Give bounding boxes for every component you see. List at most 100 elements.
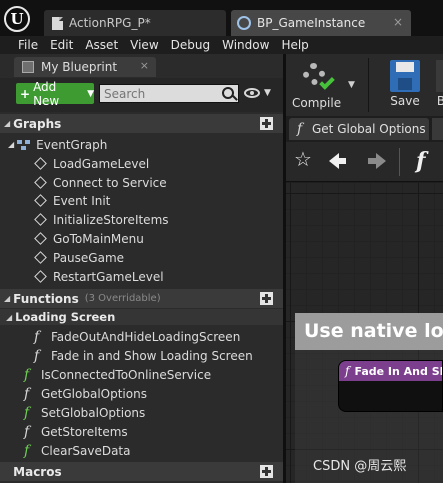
function-item[interactable]: f ClearSaveData xyxy=(0,441,283,460)
function-item[interactable]: f FadeOutAndHideLoadingScreen xyxy=(0,327,283,346)
menu-asset[interactable]: Asset xyxy=(79,38,124,52)
event-item[interactable]: InitializeStoreItems xyxy=(0,210,283,229)
function-label: IsConnectedToOnlineService xyxy=(41,367,212,382)
graph-nav-bar: ☆ f xyxy=(286,142,443,182)
event-label: Connect to Service xyxy=(53,175,167,190)
favorite-star-icon[interactable]: ☆ xyxy=(294,149,312,169)
collapse-triangle-icon: ◢ xyxy=(6,312,13,322)
category-title: Loading Screen xyxy=(15,310,116,324)
function-icon: f xyxy=(24,423,30,440)
tab-get-global-options[interactable]: f Get Global Options xyxy=(289,118,429,140)
search-icon[interactable] xyxy=(222,87,234,99)
function-item[interactable]: f GetGlobalOptions xyxy=(0,384,283,403)
forward-arrow-icon[interactable] xyxy=(368,152,386,170)
browse-icon xyxy=(436,60,443,92)
close-icon[interactable]: × xyxy=(140,59,149,72)
save-floppy-icon xyxy=(390,60,420,92)
event-item[interactable]: RestartGameLevel xyxy=(0,267,283,286)
function-label: SetGlobalOptions xyxy=(41,405,146,420)
browse-button[interactable]: B xyxy=(436,60,443,108)
event-item[interactable]: LoadGameLevel xyxy=(0,154,283,173)
event-icon xyxy=(34,232,47,245)
chevron-down-icon[interactable]: ▼ xyxy=(348,80,355,90)
menu-debug[interactable]: Debug xyxy=(165,38,216,52)
section-title: Functions xyxy=(13,291,79,306)
function-item[interactable]: f Fade in and Show Loading Screen xyxy=(0,346,283,365)
search-input[interactable] xyxy=(99,84,239,103)
graph-canvas[interactable]: Use native loa f Fade In And Sh xyxy=(286,183,443,483)
function-item[interactable]: f SetGlobalOptions xyxy=(0,403,283,422)
save-button[interactable]: Save xyxy=(390,60,420,108)
overridable-count: (3 Overridable) xyxy=(84,293,161,304)
section-graphs[interactable]: ◢ Graphs xyxy=(0,114,283,133)
event-icon xyxy=(34,194,47,207)
event-graph-icon xyxy=(17,139,31,150)
function-label: ClearSaveData xyxy=(41,443,131,458)
menu-file[interactable]: File xyxy=(0,38,44,52)
function-node[interactable]: f Fade In And Sh xyxy=(338,360,443,412)
editor-toolbar: Compile ▼ Save B xyxy=(286,54,443,116)
section-functions[interactable]: ◢ Functions (3 Overridable) xyxy=(0,289,283,308)
function-icon: f xyxy=(24,442,30,459)
tab-actionrpg-p[interactable]: ActionRPG_P* xyxy=(44,10,226,36)
menu-edit[interactable]: Edit xyxy=(44,38,79,52)
tab-label: ActionRPG_P* xyxy=(69,16,151,30)
event-item[interactable]: PauseGame xyxy=(0,248,283,267)
function-label: FadeOutAndHideLoadingScreen xyxy=(51,329,241,344)
add-new-button[interactable]: + Add New ▼ xyxy=(16,80,94,108)
compile-label: Compile xyxy=(292,96,342,110)
compile-button[interactable]: Compile xyxy=(292,60,341,110)
event-label: RestartGameLevel xyxy=(53,269,164,284)
function-item[interactable]: f IsConnectedToOnlineService xyxy=(0,365,283,384)
level-document-icon xyxy=(52,16,63,30)
graph-tab-label: Get Global Options xyxy=(312,122,426,136)
collapse-triangle-icon: ◢ xyxy=(8,140,15,149)
event-item[interactable]: GoToMainMenu xyxy=(0,229,283,248)
tab-next[interactable] xyxy=(432,118,443,140)
collapse-triangle-icon: ◢ xyxy=(4,294,11,303)
tab-my-blueprint[interactable]: My Blueprint × xyxy=(14,57,156,77)
panel-toolbar: + Add New ▼ ▼ xyxy=(0,78,283,112)
save-label: Save xyxy=(390,94,420,108)
comment-title[interactable]: Use native loa xyxy=(295,313,443,350)
chevron-down-icon[interactable]: ▼ xyxy=(264,88,271,98)
event-label: Event Init xyxy=(53,193,111,208)
function-label: GetStoreItems xyxy=(41,424,128,439)
function-icon: f xyxy=(34,328,40,345)
function-label: GetGlobalOptions xyxy=(41,386,147,401)
graph-item-label: EventGraph xyxy=(36,137,108,152)
unreal-logo-icon[interactable]: U xyxy=(4,6,30,32)
eye-icon[interactable] xyxy=(244,88,260,98)
function-icon: f xyxy=(24,385,30,402)
function-icon: f xyxy=(24,366,30,383)
add-graph-button[interactable] xyxy=(260,117,273,130)
compile-gear-icon xyxy=(300,60,335,94)
menu-window[interactable]: Window xyxy=(216,38,275,52)
function-item[interactable]: f GetStoreItems xyxy=(0,422,283,441)
add-macro-button[interactable] xyxy=(260,465,273,478)
close-icon[interactable]: × xyxy=(393,15,403,29)
browse-label: B xyxy=(436,94,443,108)
tab-label: BP_GameInstance xyxy=(257,16,366,30)
tab-bp-gameinstance[interactable]: BP_GameInstance × xyxy=(231,10,411,36)
event-icon xyxy=(34,213,47,226)
function-icon: f xyxy=(24,404,30,421)
graph-item-eventgraph[interactable]: ◢ EventGraph xyxy=(0,135,283,154)
menu-help[interactable]: Help xyxy=(275,38,314,52)
function-label: Fade in and Show Loading Screen xyxy=(51,348,253,363)
category-loading-screen[interactable]: ◢ Loading Screen xyxy=(0,309,283,325)
add-function-button[interactable] xyxy=(260,292,273,305)
nav-divider xyxy=(399,148,400,176)
my-blueprint-panel: My Blueprint × + Add New ▼ ▼ ◢ Graphs ◢ … xyxy=(0,54,283,483)
event-item[interactable]: Event Init xyxy=(0,191,283,210)
function-icon: f xyxy=(416,148,426,174)
node-header: f Fade In And Sh xyxy=(339,361,442,381)
event-item[interactable]: Connect to Service xyxy=(0,173,283,192)
node-title: Fade In And Sh xyxy=(354,364,443,378)
toolbar-divider xyxy=(368,58,369,112)
back-arrow-icon[interactable] xyxy=(329,152,347,170)
menu-view[interactable]: View xyxy=(124,38,164,52)
event-icon xyxy=(34,157,47,170)
blueprint-icon xyxy=(237,16,251,30)
section-macros[interactable]: ◢ Macros xyxy=(0,462,283,481)
